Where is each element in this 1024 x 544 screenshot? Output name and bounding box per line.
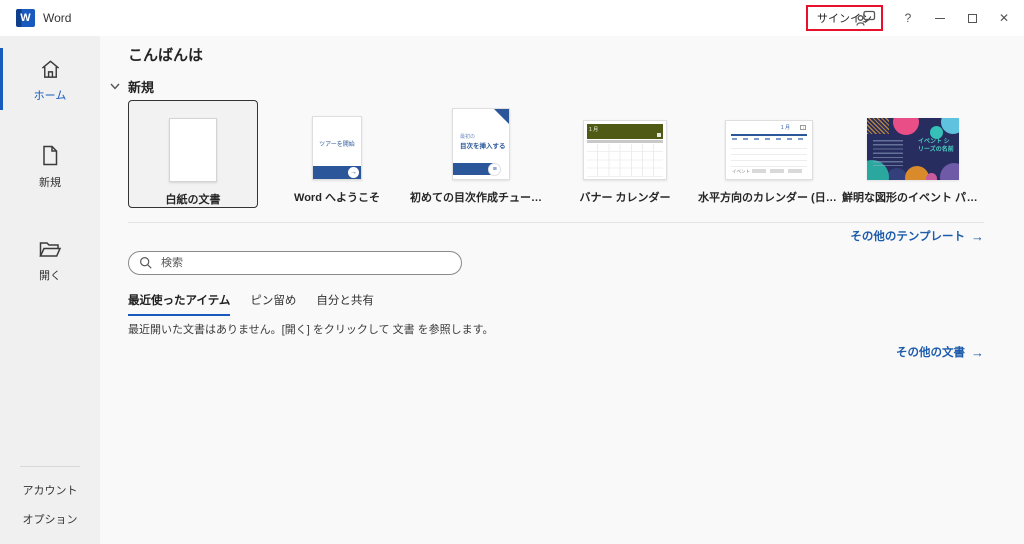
help-button[interactable]: ? (894, 0, 922, 36)
arrow-right-icon: → (971, 229, 984, 244)
more-documents-link[interactable]: その他の文書 → (896, 344, 984, 360)
brochure-title: イベント シリーズの名前 (918, 139, 954, 154)
empty-state-message: 最近開いた文書はありません。[開く] をクリックして 文書 を参照します。 (128, 321, 494, 337)
month-label: 1 月 (781, 124, 790, 131)
link-label: その他のテンプレート (850, 228, 965, 244)
sidebar-item-account[interactable]: アカウント (0, 482, 100, 498)
template-gallery: 白紙の文書 ツアーを開始 → Word へようこそ 最初の (128, 100, 978, 208)
template-card-banner-calendar[interactable]: 1 月 バナー カレンダー (560, 100, 690, 208)
template-label: バナー カレンダー (554, 189, 696, 205)
feedback-button[interactable] (852, 0, 880, 36)
close-button[interactable]: ✕ (990, 0, 1018, 36)
app-title: Word (43, 11, 71, 25)
open-folder-icon (38, 239, 62, 260)
new-section-title: 新規 (128, 77, 154, 96)
minimize-icon (935, 18, 945, 19)
toc-tutorial-thumbnail: 最初の 目次を挿入する ≡ (452, 108, 510, 180)
events-lines (752, 169, 806, 173)
calendar-grid (587, 144, 663, 177)
document-tabs: 最近使ったアイテム ピン留め 自分と共有 (128, 292, 374, 316)
start-tour-arrow-icon: → (348, 167, 359, 178)
thumb-caption: 最初の (460, 133, 475, 140)
home-icon (39, 58, 62, 80)
minimize-button[interactable] (926, 0, 954, 36)
main-content: こんばんは 新規 白紙の文書 ツアーを開始 (100, 36, 1024, 544)
events-label: イベント (732, 169, 750, 175)
sidebar-item-options[interactable]: オプション (0, 511, 100, 527)
calendar-corner-glyph (657, 133, 661, 137)
template-card-horizontal-calendar[interactable]: 1 月 イベント 水平方向のカレンダー (日曜… (704, 100, 834, 208)
sidebar-item-label: 新規 (39, 174, 61, 190)
feedback-icon (856, 10, 876, 27)
blob-teal (930, 126, 943, 139)
tab-recent[interactable]: 最近使ったアイテム (128, 292, 230, 316)
template-card-welcome-to-word[interactable]: ツアーを開始 → Word へようこそ (272, 100, 402, 208)
tab-shared-with-me[interactable]: 自分と共有 (316, 292, 374, 316)
search-input[interactable] (161, 257, 451, 269)
link-label: その他の文書 (896, 344, 965, 360)
month-label: 1 月 (589, 126, 598, 133)
thumb-blue-bar (453, 163, 493, 175)
event-brochure-thumbnail: イベント シリーズの名前 (867, 118, 959, 180)
word-logo-letter: W (20, 12, 30, 24)
sidebar-item-label: ホーム (34, 87, 67, 103)
template-card-vivid-event-brochure[interactable]: イベント シリーズの名前 鮮明な図形のイベント パンフレ… (848, 100, 978, 208)
thumb-caption: ツアーを開始 (313, 139, 361, 148)
titlebar: W Word サインイン ? ✕ (0, 0, 1024, 36)
new-document-icon (39, 144, 61, 167)
word-start-screen: W Word サインイン ? ✕ (0, 0, 1024, 544)
calendar-rule (731, 134, 807, 136)
sidebar-item-label: 開く (39, 267, 61, 283)
toc-icon: ≡ (488, 163, 501, 176)
corner-triangle (494, 109, 509, 124)
thumb-caption: 目次を挿入する (460, 140, 506, 150)
template-label: 水平方向のカレンダー (日曜… (698, 189, 840, 205)
weekday-row (732, 138, 806, 140)
greeting-heading: こんばんは (128, 44, 203, 65)
chevron-down-icon (110, 83, 120, 90)
template-label: 初めての目次作成チュートリアル (410, 189, 552, 205)
blob-navy (887, 168, 907, 180)
search-box[interactable] (128, 251, 462, 275)
maximize-icon (968, 14, 977, 23)
blob-hatch (867, 118, 889, 134)
template-label: 鮮明な図形のイベント パンフレ… (842, 189, 984, 205)
mini-table-icon (800, 125, 806, 130)
arrow-right-icon: → (971, 345, 984, 360)
blob-pink (893, 118, 919, 135)
search-icon (139, 256, 153, 270)
blob-purple (940, 163, 959, 180)
template-label: Word へようこそ (266, 189, 408, 205)
blob-skyblue (941, 118, 959, 134)
word-logo-icon: W (16, 9, 35, 27)
template-card-toc-tutorial[interactable]: 最初の 目次を挿入する ≡ 初めての目次作成チュートリアル (416, 100, 546, 208)
maximize-button[interactable] (958, 0, 986, 36)
sidebar: ホーム 新規 開く アカウント オプション (0, 36, 100, 544)
section-divider (128, 222, 984, 223)
welcome-thumbnail: ツアーを開始 → (312, 116, 362, 180)
sidebar-item-new[interactable]: 新規 (0, 144, 100, 190)
sidebar-item-home[interactable]: ホーム (0, 58, 100, 103)
template-label: 白紙の文書 (131, 191, 255, 207)
banner-calendar-thumbnail: 1 月 (583, 120, 667, 180)
brochure-text-lines (873, 140, 903, 166)
more-templates-link[interactable]: その他のテンプレート → (850, 228, 984, 244)
calendar-grid (731, 143, 807, 167)
blank-document-thumbnail (169, 118, 217, 182)
calendar-header: 1 月 (587, 124, 663, 139)
sidebar-item-open[interactable]: 開く (0, 239, 100, 283)
blob-pink-small (926, 173, 937, 180)
calendar-subbar (587, 140, 663, 143)
sidebar-divider (20, 466, 80, 467)
horizontal-calendar-thumbnail: 1 月 イベント (725, 120, 813, 180)
new-section-header[interactable]: 新規 (110, 77, 154, 96)
template-card-blank-document[interactable]: 白紙の文書 (128, 100, 258, 208)
tab-pinned[interactable]: ピン留め (250, 292, 296, 316)
